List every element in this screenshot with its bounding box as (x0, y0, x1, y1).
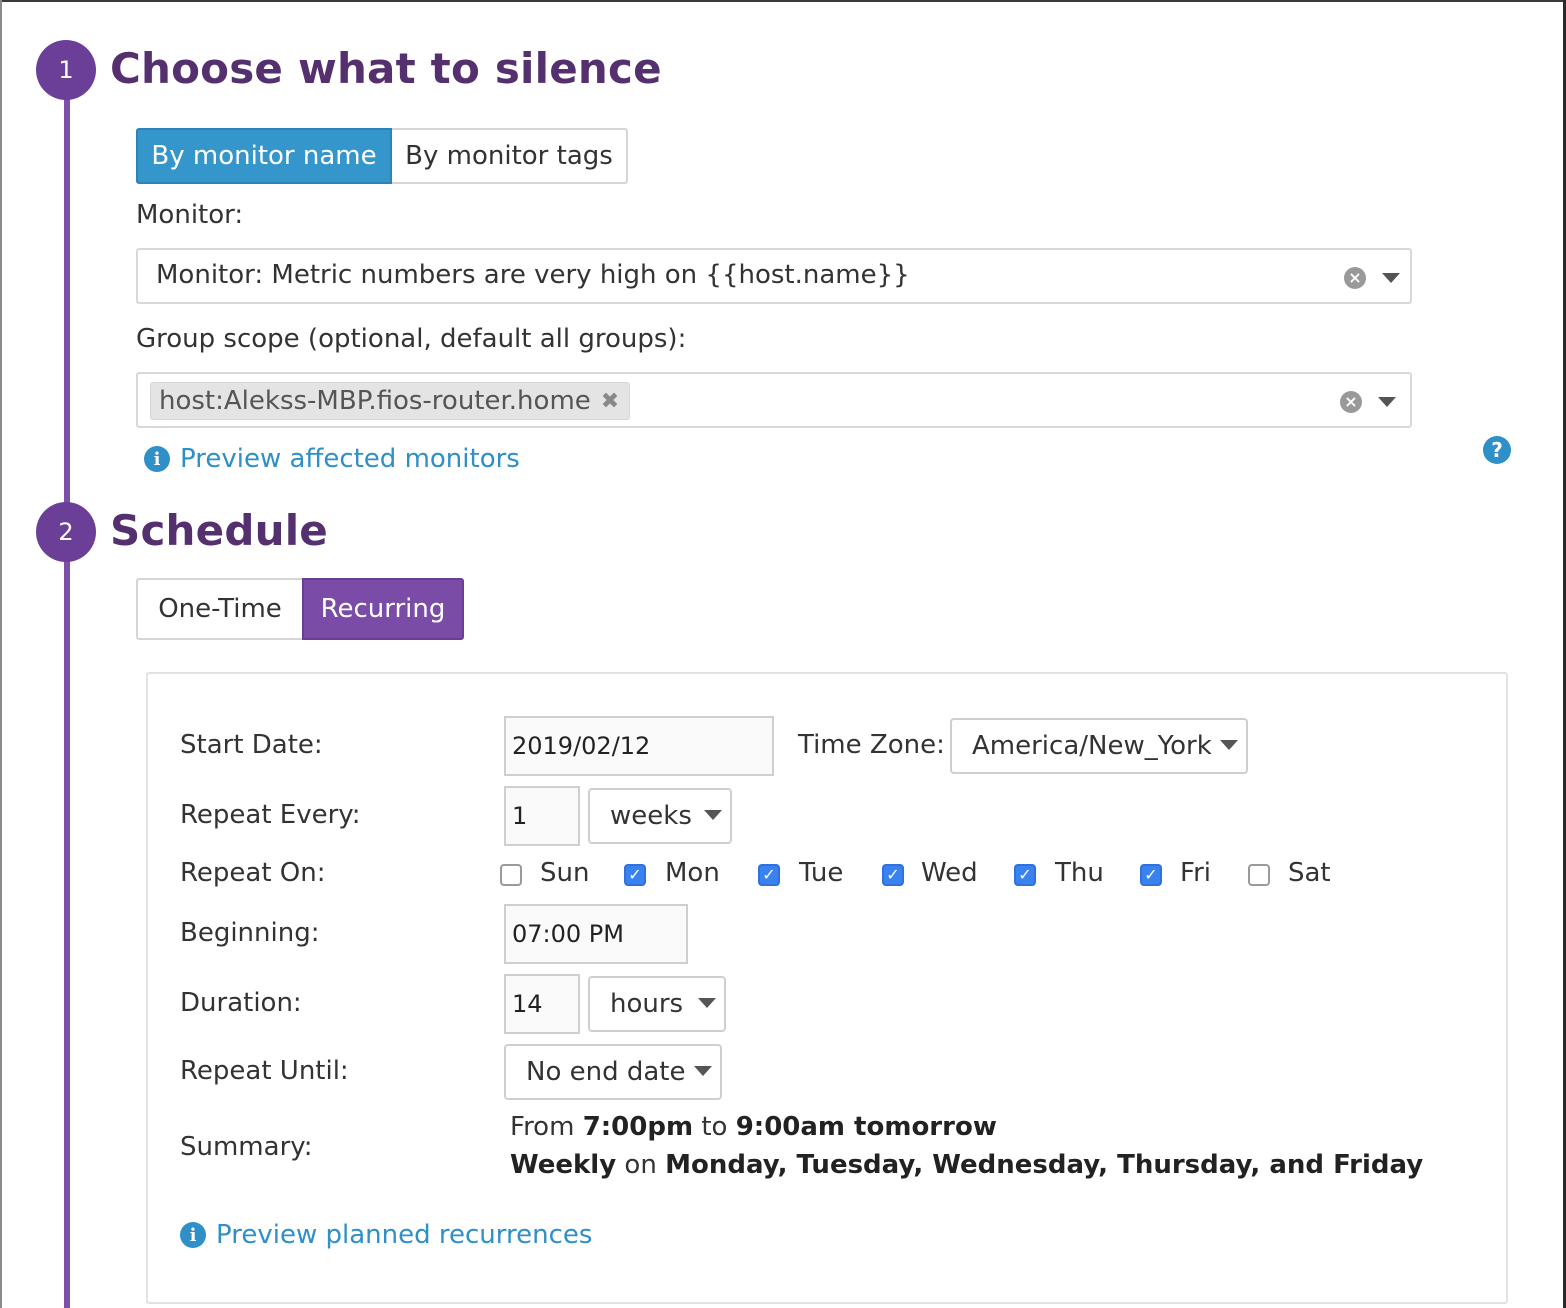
timezone-select[interactable]: America/New_York (950, 718, 1248, 774)
day-label-wed: Wed (921, 858, 978, 888)
info-icon: i (180, 1222, 206, 1248)
preview-planned-recurrences-link[interactable]: i Preview planned recurrences (180, 1220, 592, 1250)
schedule-mode-toggle: One-Time Recurring (136, 578, 464, 640)
step-1-title: Choose what to silence (110, 44, 662, 93)
clear-icon[interactable]: × (1340, 391, 1362, 413)
day-checkbox-fri[interactable]: ✓ (1140, 864, 1162, 886)
help-icon[interactable]: ? (1483, 436, 1511, 464)
summary-start-time: 7:00pm (582, 1112, 694, 1142)
day-label-mon: Mon (665, 858, 720, 888)
check-icon: ✓ (1144, 865, 1158, 884)
summary-from: From (510, 1112, 583, 1142)
summary-on: on (616, 1150, 666, 1180)
repeat-on-label: Repeat On: (180, 858, 326, 888)
day-checkbox-tue[interactable]: ✓ (758, 864, 780, 886)
step-2-badge: 2 (36, 502, 96, 562)
repeat-every-label: Repeat Every: (180, 800, 361, 830)
start-date-label: Start Date: (180, 730, 323, 760)
silence-mode-toggle: By monitor name By monitor tags (136, 128, 628, 184)
summary-frequency: Weekly (510, 1150, 617, 1180)
preview-planned-recurrences-label: Preview planned recurrences (216, 1220, 593, 1250)
tab-by-monitor-tags[interactable]: By monitor tags (392, 128, 628, 184)
repeat-unit-value: weeks (610, 801, 692, 831)
check-icon: ✓ (628, 865, 642, 884)
day-label-thu: Thu (1055, 858, 1104, 888)
summary-end-time: 9:00am tomorrow (735, 1112, 997, 1142)
monitor-label: Monitor: (136, 200, 244, 230)
day-label-sun: Sun (540, 858, 590, 888)
summary-to: to (693, 1112, 736, 1142)
close-icon[interactable]: ✖ (601, 389, 619, 414)
step-1-badge: 1 (36, 40, 96, 100)
timezone-value: America/New_York (972, 731, 1212, 761)
summary-days: Monday, Tuesday, Wednesday, Thursday, an… (665, 1150, 1424, 1180)
monitor-select-value: Monitor: Metric numbers are very high on… (156, 260, 910, 290)
day-checkbox-thu[interactable]: ✓ (1014, 864, 1036, 886)
step-timeline (64, 70, 70, 1308)
step-2-title: Schedule (110, 506, 328, 555)
day-checkbox-sun[interactable] (500, 864, 522, 886)
day-label-sat: Sat (1288, 858, 1331, 888)
day-checkbox-wed[interactable]: ✓ (882, 864, 904, 886)
check-icon: ✓ (886, 865, 900, 884)
scope-tag-chip: host:Alekss-MBP.fios-router.home ✖ (150, 382, 631, 420)
chevron-down-icon (1220, 740, 1238, 750)
window-top-border (0, 0, 1566, 2)
duration-input[interactable]: 14 (504, 974, 580, 1034)
group-scope-select[interactable]: host:Alekss-MBP.fios-router.home ✖ × (136, 372, 1412, 428)
repeat-until-value: No end date (526, 1057, 686, 1087)
beginning-label: Beginning: (180, 918, 320, 948)
recurring-schedule-panel (146, 672, 1508, 1304)
summary-line-2: Weekly on Monday, Tuesday, Wednesday, Th… (510, 1150, 1423, 1180)
chevron-down-icon (698, 998, 716, 1008)
repeat-unit-select[interactable]: weeks (588, 788, 732, 844)
chevron-down-icon (704, 810, 722, 820)
monitor-select[interactable]: Monitor: Metric numbers are very high on… (136, 248, 1412, 304)
tab-one-time[interactable]: One-Time (136, 578, 302, 640)
duration-unit-select[interactable]: hours (588, 976, 726, 1032)
beginning-time-input[interactable]: 07:00 PM (504, 904, 688, 964)
day-label-fri: Fri (1180, 858, 1211, 888)
day-checkbox-sat[interactable] (1248, 864, 1270, 886)
preview-affected-monitors-label: Preview affected monitors (180, 444, 520, 474)
preview-affected-monitors-link[interactable]: i Preview affected monitors (144, 444, 520, 474)
group-scope-label: Group scope (optional, default all group… (136, 324, 687, 354)
clear-icon[interactable]: × (1344, 267, 1366, 289)
duration-unit-value: hours (610, 989, 684, 1019)
repeat-until-select[interactable]: No end date (504, 1044, 722, 1100)
start-date-input[interactable]: 2019/02/12 (504, 716, 774, 776)
summary-label: Summary: (180, 1132, 313, 1162)
tab-by-monitor-name[interactable]: By monitor name (136, 128, 392, 184)
window-left-border (0, 0, 2, 1308)
info-icon: i (144, 446, 170, 472)
timezone-label: Time Zone: (798, 730, 945, 760)
scope-tag-label: host:Alekss-MBP.fios-router.home (159, 386, 591, 416)
day-checkbox-mon[interactable]: ✓ (624, 864, 646, 886)
tab-recurring[interactable]: Recurring (302, 578, 464, 640)
repeat-every-input[interactable]: 1 (504, 786, 580, 846)
repeat-until-label: Repeat Until: (180, 1056, 349, 1086)
chevron-down-icon[interactable] (1378, 397, 1396, 407)
check-icon: ✓ (1018, 865, 1032, 884)
duration-label: Duration: (180, 988, 302, 1018)
chevron-down-icon (694, 1066, 712, 1076)
chevron-down-icon[interactable] (1382, 273, 1400, 283)
summary-line-1: From 7:00pm to 9:00am tomorrow (510, 1112, 997, 1142)
check-icon: ✓ (762, 865, 776, 884)
day-label-tue: Tue (799, 858, 844, 888)
